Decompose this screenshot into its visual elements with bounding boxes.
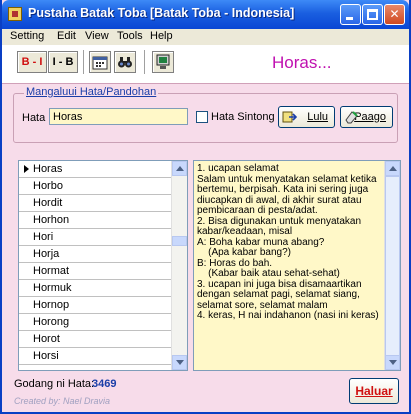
binoculars-icon — [118, 57, 132, 68]
list-item-label: Hormuk — [33, 282, 72, 294]
list-item[interactable]: Horong — [19, 314, 171, 331]
menu-help[interactable]: Help — [150, 30, 173, 42]
hata-input[interactable] — [49, 108, 188, 125]
list-item[interactable]: Hormuk — [19, 280, 171, 297]
eraser-icon — [345, 111, 358, 124]
list-item-label: Hordit — [33, 197, 63, 209]
meaning-text: 1. ucapan selamat Salam untuk menyatakan… — [197, 163, 379, 321]
list-item[interactable]: Hordit — [19, 195, 171, 212]
list-item[interactable]: Horsi — [19, 348, 171, 365]
list-item[interactable]: Horja — [19, 246, 171, 263]
scroll-thumb[interactable] — [385, 176, 400, 356]
exit-label: Haluar — [355, 384, 393, 398]
hata-sintong-label[interactable]: Hata Sintong — [211, 111, 275, 123]
exit-button[interactable]: Haluar — [349, 378, 399, 404]
meaning-pane[interactable]: 1. ucapan selamat Salam untuk menyatakan… — [193, 160, 401, 371]
lulu-button[interactable]: Lulu — [278, 106, 335, 128]
menu-view[interactable]: View — [85, 30, 109, 42]
credit-text: Created by: Nael Dravia — [14, 396, 111, 406]
calendar-button[interactable] — [89, 51, 111, 73]
list-item-label: Hormat — [33, 265, 70, 277]
list-item[interactable]: Hornop — [19, 297, 171, 314]
list-item[interactable]: Hormat — [19, 263, 171, 280]
list-item[interactable]: Hori — [19, 229, 171, 246]
list-item-label: Horot — [33, 333, 60, 345]
menu-bar: Setting Edit View Tools Help — [2, 29, 409, 45]
calendar-icon — [92, 56, 108, 70]
list-item-label: Horong — [33, 316, 70, 328]
monitor-icon — [156, 54, 170, 69]
paago-button[interactable]: Paago — [340, 106, 393, 128]
find-button[interactable] — [114, 51, 136, 73]
list-item-label: Hornop — [33, 299, 70, 311]
title-bar[interactable]: Pustaha Batak Toba [Batak Toba - Indones… — [2, 0, 409, 29]
meaning-scrollbar[interactable] — [384, 161, 400, 370]
indonesia-batak-button[interactable]: I - B — [48, 51, 78, 73]
scroll-down-arrow[interactable] — [172, 355, 187, 370]
toolbar-separator — [144, 50, 145, 74]
close-button[interactable]: ✕ — [384, 4, 405, 25]
scroll-down-arrow[interactable] — [385, 355, 400, 370]
selected-row-arrow-icon — [24, 165, 29, 173]
menu-edit[interactable]: Edit — [57, 30, 76, 42]
scroll-up-arrow[interactable] — [385, 161, 400, 176]
hata-sintong-checkbox[interactable] — [196, 111, 208, 123]
word-list-scrollbar[interactable] — [171, 161, 187, 370]
list-item[interactable]: Horbo — [19, 178, 171, 195]
list-item[interactable]: Horot — [19, 331, 171, 348]
maximize-icon — [367, 9, 378, 20]
list-item-label: Hori — [33, 231, 54, 243]
word-list[interactable]: Horas Horbo Hordit Horhon Hori Horja Hormat Hor… — [18, 160, 188, 371]
maximize-button[interactable] — [362, 4, 383, 25]
scroll-up-arrow[interactable] — [172, 161, 187, 176]
minimize-button[interactable] — [340, 4, 361, 25]
list-item-label: Horhon — [33, 214, 70, 226]
scroll-thumb[interactable] — [172, 236, 187, 246]
list-item-label: Horsi — [33, 350, 59, 362]
word-count-label: Godang ni Hata: — [14, 378, 95, 390]
list-item-label: Horas — [33, 163, 63, 175]
word-count-value: 3469 — [92, 378, 117, 390]
greeting-text: Horas... — [272, 53, 332, 72]
toolbar-separator — [83, 50, 84, 74]
search-group-title: Mangaluui Hata/Pandohan — [24, 86, 159, 98]
enter-icon — [282, 111, 297, 123]
menu-setting[interactable]: Setting — [10, 30, 44, 42]
list-item-label: Horbo — [33, 180, 63, 192]
list-item[interactable]: Horhon — [19, 212, 171, 229]
list-item-label: Horja — [33, 248, 60, 260]
window-title: Pustaha Batak Toba [Batak Toba - Indones… — [28, 6, 295, 20]
hata-label: Hata — [22, 112, 46, 124]
app-icon[interactable] — [8, 7, 22, 21]
list-item[interactable]: Horas — [19, 161, 171, 178]
lulu-label: Lulu — [307, 111, 328, 123]
batak-indonesia-button[interactable]: B - I — [17, 51, 47, 73]
toolbar: B - I I - B Horas... — [2, 45, 409, 84]
menu-tools[interactable]: Tools — [117, 30, 143, 42]
minimize-icon — [346, 17, 353, 20]
monitor-button[interactable] — [152, 51, 174, 73]
app-window: Pustaha Batak Toba [Batak Toba - Indones… — [0, 0, 411, 414]
